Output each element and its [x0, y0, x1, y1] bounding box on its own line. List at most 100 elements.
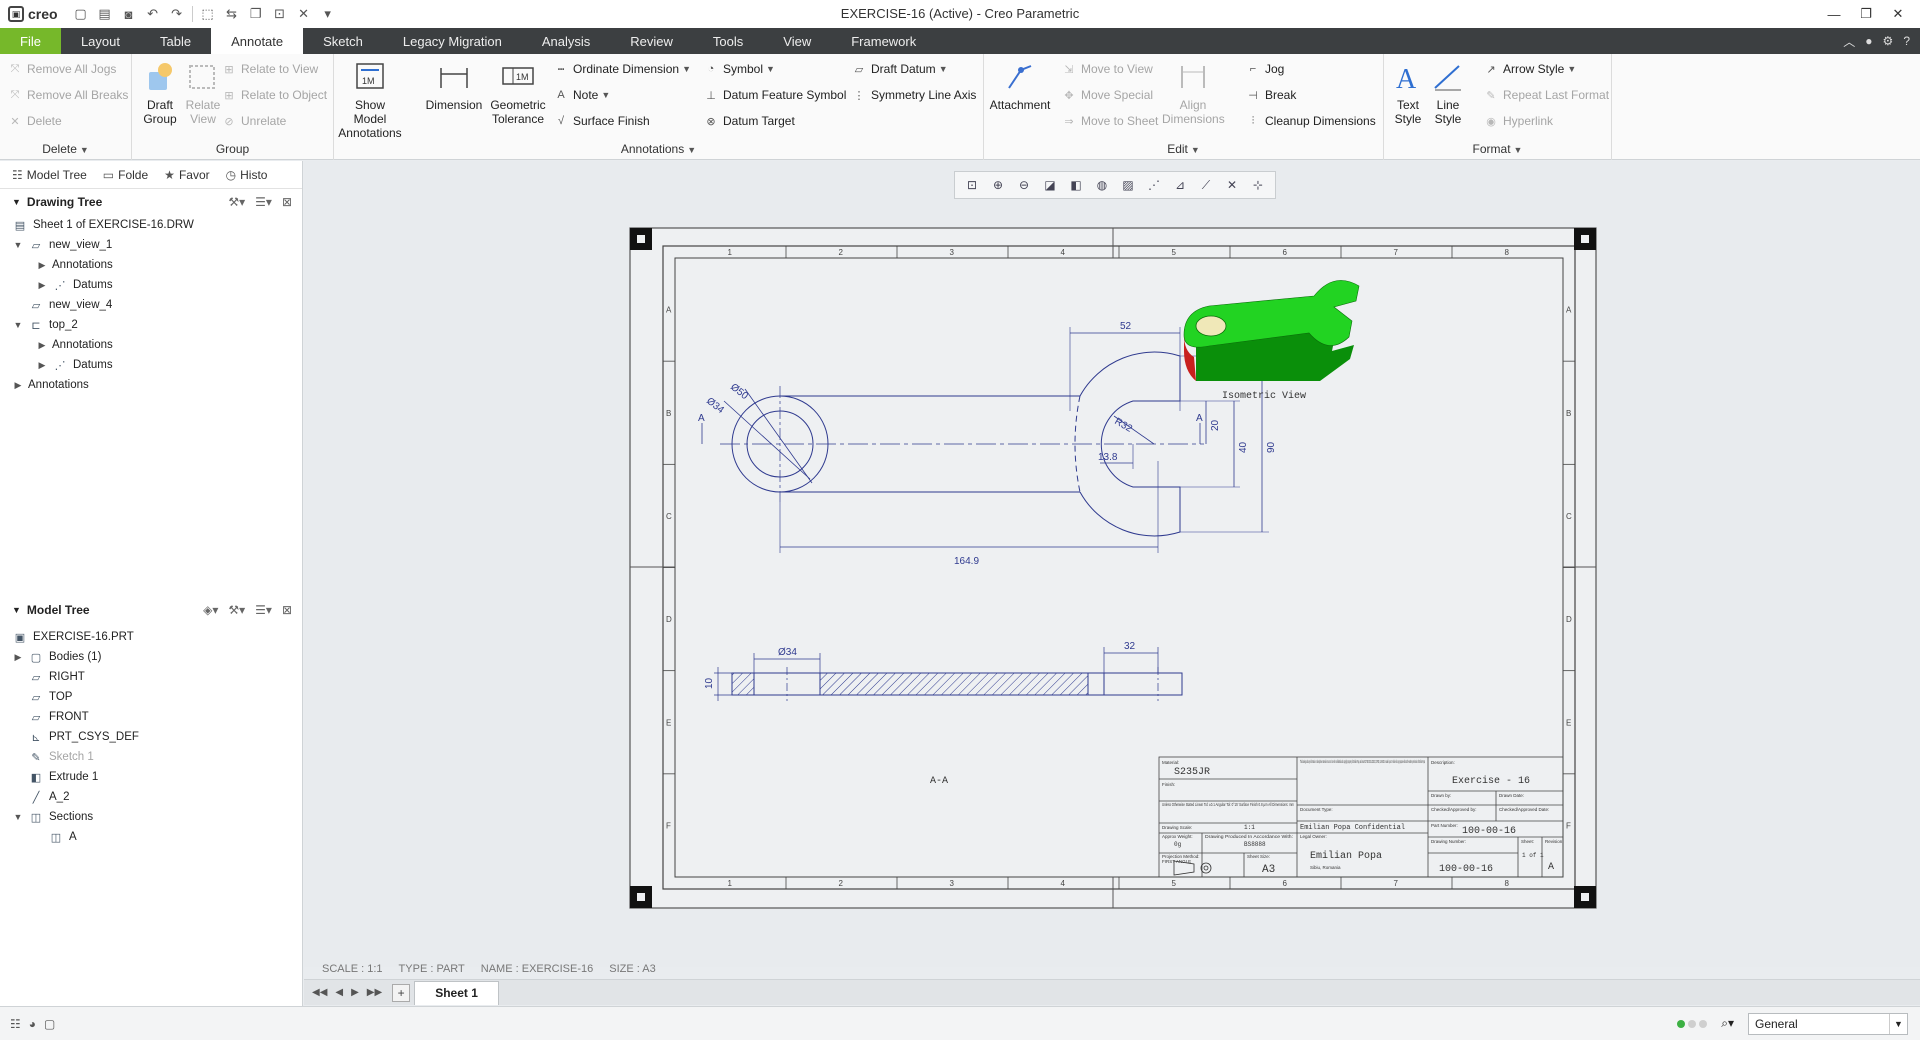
display-style-icon[interactable]: ◧: [1065, 175, 1087, 195]
dim-13-8[interactable]: 13.8: [1098, 452, 1118, 463]
isometric-view-label[interactable]: Isometric View: [1222, 390, 1306, 402]
fullscreen-icon[interactable]: ▢: [44, 1017, 55, 1031]
point-display-icon[interactable]: ⊹: [1247, 175, 1269, 195]
tree-item-annotations[interactable]: ▶ Annotations: [0, 375, 302, 395]
regenerate-icon[interactable]: ⇆: [223, 5, 241, 23]
csys-display-icon[interactable]: ✕: [1221, 175, 1243, 195]
tab-review[interactable]: Review: [610, 28, 693, 54]
surface-finish-button[interactable]: √ Surface Finish: [554, 114, 650, 128]
dim-section-10[interactable]: 10: [704, 677, 715, 689]
edit-group-label[interactable]: Edit ▼: [984, 142, 1383, 156]
dimension-button[interactable]: Dimension: [424, 60, 484, 112]
arrow-style-button[interactable]: ↗ Arrow Style ▼: [1484, 62, 1576, 76]
close-window-icon[interactable]: ✕: [295, 5, 313, 23]
chevron-right-icon[interactable]: ▶: [12, 380, 24, 391]
refit-icon[interactable]: ⊡: [961, 175, 983, 195]
tree-columns-icon[interactable]: ☰▾: [255, 195, 272, 209]
tab-sketch[interactable]: Sketch: [303, 28, 383, 54]
tab-table[interactable]: Table: [140, 28, 211, 54]
close-icon[interactable]: ✕: [1884, 2, 1912, 26]
navigator-toggle-icon[interactable]: ☷: [10, 1017, 21, 1031]
tab-favorites[interactable]: ★ Favor: [158, 166, 215, 184]
tree-item-top[interactable]: ▱ TOP: [0, 687, 302, 707]
cleanup-dimensions-button[interactable]: ⫶ Cleanup Dimensions: [1246, 114, 1376, 128]
section-view-label[interactable]: A-A: [930, 776, 948, 787]
minimize-icon[interactable]: —: [1820, 2, 1848, 26]
tab-tools[interactable]: Tools: [693, 28, 763, 54]
user-icon[interactable]: ●: [1865, 34, 1872, 48]
minimize-ribbon-icon[interactable]: ︿: [1843, 33, 1855, 50]
tree-item-new-view-1[interactable]: ▼ ▱ new_view_1: [0, 235, 302, 255]
chevron-down-icon[interactable]: ▼: [12, 240, 24, 250]
show-icon[interactable]: ◈▾: [203, 603, 218, 617]
chevron-down-icon[interactable]: ▼: [12, 812, 24, 822]
undo-icon[interactable]: ↶: [144, 5, 162, 23]
dim-90[interactable]: 90: [1266, 441, 1277, 453]
show-model-annotations-button[interactable]: 1M Show Model Annotations: [338, 60, 402, 140]
tree-item-datums[interactable]: ▶ ⋰ Datums: [0, 275, 302, 295]
tab-file[interactable]: File: [0, 28, 61, 54]
geometric-tolerance-button[interactable]: 1M Geometric Tolerance: [488, 60, 548, 126]
dim-52[interactable]: 52: [1120, 321, 1132, 332]
add-sheet-button[interactable]: +: [392, 983, 411, 1002]
section-label-a[interactable]: A: [698, 413, 705, 424]
tree-item-section-a[interactable]: ◫ A: [0, 827, 302, 847]
tab-layout[interactable]: Layout: [61, 28, 140, 54]
chevron-right-icon[interactable]: ▶: [12, 652, 24, 663]
move-to-view-button[interactable]: ⇲ Move to View: [1062, 62, 1152, 76]
dim-20[interactable]: 20: [1210, 419, 1221, 431]
symbol-button[interactable]: ◔ Symbol ▼: [704, 62, 775, 76]
chevron-down-icon[interactable]: ▼: [12, 320, 24, 330]
settings-icon[interactable]: ⚙: [1883, 34, 1894, 48]
annotations-group-label[interactable]: Annotations ▼: [334, 142, 983, 156]
move-to-sheet-button[interactable]: ⇒ Move to Sheet: [1062, 114, 1158, 128]
move-special-button[interactable]: ✥ Move Special: [1062, 88, 1153, 102]
redo-icon[interactable]: ↷: [168, 5, 186, 23]
tree-item-bodies[interactable]: ▶ ▢ Bodies (1): [0, 647, 302, 667]
align-dimensions-button[interactable]: Align Dimensions: [1162, 60, 1225, 126]
tree-item-a2[interactable]: ╱ A_2: [0, 787, 302, 807]
relate-to-object-button[interactable]: ⊞ Relate to Object: [222, 88, 327, 102]
selection-filter-select[interactable]: General ▼: [1748, 1012, 1908, 1035]
tree-item-csys[interactable]: ⊾ PRT_CSYS_DEF: [0, 727, 302, 747]
tree-item-sheet[interactable]: ▤ Sheet 1 of EXERCISE-16.DRW: [0, 215, 302, 235]
zoom-in-icon[interactable]: ⊕: [987, 175, 1009, 195]
chevron-right-icon[interactable]: ▶: [36, 260, 48, 271]
datum-target-button[interactable]: ⊗ Datum Target: [704, 114, 794, 128]
tab-history[interactable]: ◷ Histo: [220, 166, 274, 184]
relate-to-view-button[interactable]: ⊞ Relate to View: [222, 62, 318, 76]
tree-item-datums[interactable]: ▶ ⋰ Datums: [0, 355, 302, 375]
spin-center-icon[interactable]: ⟋: [1195, 175, 1217, 195]
tree-filter-icon[interactable]: ⊠: [282, 603, 292, 617]
draft-group-button[interactable]: Draft Group: [136, 60, 184, 126]
tab-model-tree[interactable]: ☷ Model Tree: [6, 166, 93, 184]
tree-item-top-2[interactable]: ▼ ⊏ top_2: [0, 315, 302, 335]
view-manager-icon[interactable]: ▨: [1117, 175, 1139, 195]
ordinate-dimension-button[interactable]: ┅ Ordinate Dimension ▼: [554, 62, 691, 76]
select-box-icon[interactable]: ⬚: [199, 5, 217, 23]
graphics-area[interactable]: 1122334455667788AABBCCDDEEFF 52 Ø50 Ø34 …: [304, 161, 1920, 975]
browser-toggle-icon[interactable]: ◕: [29, 1017, 36, 1031]
tab-folder-browser[interactable]: ▭ Folde: [97, 166, 154, 184]
sheet-tab[interactable]: Sheet 1: [414, 980, 499, 1005]
format-group-label[interactable]: Format ▼: [1384, 142, 1611, 156]
drawing-tree-header[interactable]: ▼ Drawing Tree ⚒▾ ☰▾ ⊠: [0, 189, 302, 215]
customize-toolbar-icon[interactable]: ▾: [319, 5, 337, 23]
note-button[interactable]: A Note ▼: [554, 88, 610, 102]
remove-all-breaks-button[interactable]: ⤧ Remove All Breaks: [8, 88, 129, 102]
datum-feature-symbol-button[interactable]: ⊥ Datum Feature Symbol: [704, 88, 846, 102]
help-icon[interactable]: ?: [1903, 34, 1910, 48]
dim-section-32[interactable]: 32: [1124, 641, 1136, 652]
tab-view[interactable]: View: [763, 28, 831, 54]
restore-icon[interactable]: ❐: [1852, 2, 1880, 26]
tree-item-annotations[interactable]: ▶ Annotations: [0, 335, 302, 355]
tree-item-extrude-1[interactable]: ◧ Extrude 1: [0, 767, 302, 787]
next-sheet-icon[interactable]: ▶: [351, 987, 359, 998]
line-style-button[interactable]: Line Style: [1428, 60, 1468, 126]
text-style-button[interactable]: A Text Style: [1388, 60, 1428, 126]
windows-icon[interactable]: ❐: [247, 5, 265, 23]
tree-columns-icon[interactable]: ☰▾: [255, 603, 272, 617]
dim-40[interactable]: 40: [1238, 441, 1249, 453]
annotation-display-icon[interactable]: ⊿: [1169, 175, 1191, 195]
tree-item-part[interactable]: ▣ EXERCISE-16.PRT: [0, 627, 302, 647]
